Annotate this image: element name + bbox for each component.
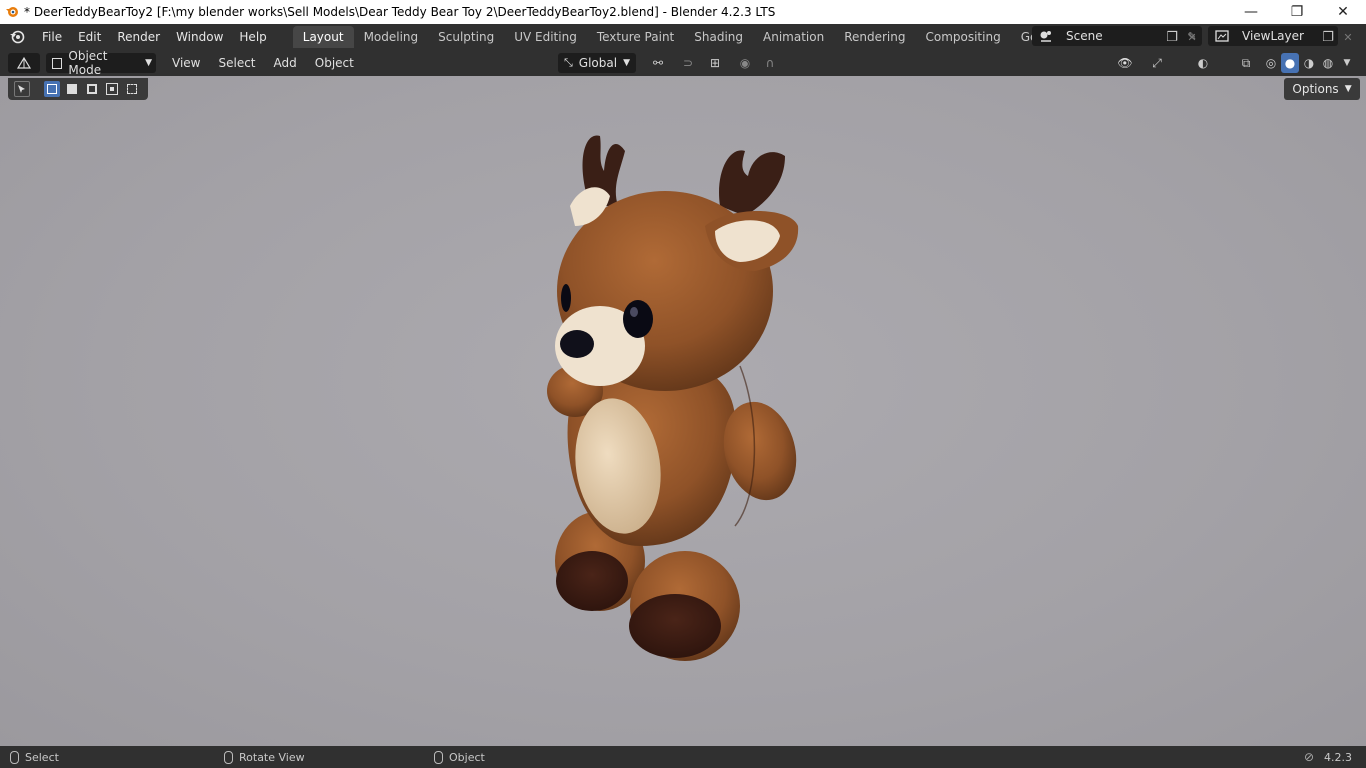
tab-sculpting[interactable]: Sculpting xyxy=(428,26,504,48)
version-label: 4.2.3 xyxy=(1324,750,1352,764)
object-mode-dropdown[interactable]: Object Mode ▼ xyxy=(46,49,156,77)
status-right: ⊘ 4.2.3 xyxy=(1304,750,1352,764)
chevron-down-icon: ▼ xyxy=(145,58,152,68)
solid-shading-icon[interactable]: ● xyxy=(1281,53,1299,73)
tab-compositing[interactable]: Compositing xyxy=(915,26,1010,48)
status-object-label: Object xyxy=(449,750,485,764)
minimize-button[interactable]: — xyxy=(1228,0,1274,24)
proportional-edit-icon[interactable]: ◉ xyxy=(736,53,754,73)
network-off-icon: ⊘ xyxy=(1303,750,1314,764)
orientation-label: Global xyxy=(578,56,618,70)
menu-help[interactable]: Help xyxy=(231,26,274,48)
workspace-tabs: Layout Modeling Sculpting UV Editing Tex… xyxy=(292,26,1132,48)
delete-scene-icon[interactable]: ✕ xyxy=(1182,27,1202,47)
tab-shading[interactable]: Shading xyxy=(684,26,753,48)
editor-type-button[interactable] xyxy=(8,53,40,73)
blender-app-icon xyxy=(0,0,24,24)
menu-view[interactable]: View xyxy=(166,53,206,73)
material-shading-icon[interactable]: ◑ xyxy=(1300,53,1318,73)
status-select: Select xyxy=(10,750,59,764)
status-select-label: Select xyxy=(25,750,59,764)
tab-rendering[interactable]: Rendering xyxy=(834,26,915,48)
new-scene-icon[interactable]: ❐ xyxy=(1162,27,1182,47)
rendered-shading-icon[interactable]: ◍ xyxy=(1319,53,1337,73)
status-bar: Select Rotate View Object ⊘ 4.2.3 xyxy=(0,746,1366,768)
menu-select[interactable]: Select xyxy=(212,53,261,73)
scene-icon xyxy=(1032,26,1060,46)
3d-viewport[interactable]: Options ▼ xyxy=(0,76,1366,746)
wireframe-shading-icon[interactable]: ◎ xyxy=(1262,53,1280,73)
object-mode-icon xyxy=(52,57,63,69)
tab-animation[interactable]: Animation xyxy=(753,26,834,48)
menu-edit[interactable]: Edit xyxy=(70,26,109,48)
mouse-right-icon xyxy=(434,750,443,764)
close-button[interactable]: ✕ xyxy=(1320,0,1366,24)
status-rotate-label: Rotate View xyxy=(239,750,305,764)
menu-add[interactable]: Add xyxy=(268,53,303,73)
delete-view-layer-icon[interactable]: ✕ xyxy=(1338,27,1358,47)
menu-file[interactable]: File xyxy=(34,26,70,48)
mouse-middle-icon xyxy=(224,750,233,764)
view-layer-icon xyxy=(1208,26,1236,46)
chevron-down-icon: ▼ xyxy=(623,58,630,68)
falloff-icon[interactable]: ∩ xyxy=(758,53,782,73)
tab-texture-paint[interactable]: Texture Paint xyxy=(587,26,684,48)
transform-orientation-dropdown[interactable]: ⤡ Global ▼ xyxy=(558,53,636,73)
overlay-icon[interactable]: ◐ xyxy=(1192,53,1214,73)
menu-object[interactable]: Object xyxy=(309,53,360,73)
restore-button[interactable]: ❐ xyxy=(1274,0,1320,24)
menu-render[interactable]: Render xyxy=(109,26,168,48)
status-object: Object xyxy=(434,750,485,764)
window-title: * DeerTeddyBearToy2 [F:\my blender works… xyxy=(24,5,776,19)
menu-window[interactable]: Window xyxy=(168,26,231,48)
visibility-icon[interactable]: 👁 xyxy=(1110,53,1140,73)
status-rotate: Rotate View xyxy=(224,750,305,764)
deer-teddy-bear-model[interactable] xyxy=(0,76,1366,746)
orientation-icon: ⤡ xyxy=(563,56,573,69)
xray-icon[interactable]: ⧉ xyxy=(1236,53,1256,73)
tab-layout[interactable]: Layout xyxy=(292,26,354,48)
snap-target-icon[interactable]: ⊞ xyxy=(700,53,730,73)
pivot-point-icon[interactable]: ⚯ xyxy=(642,53,674,73)
tab-uv-editing[interactable]: UV Editing xyxy=(504,26,587,48)
viewport-header: Object Mode ▼ View Select Add Object ⤡ G… xyxy=(0,49,1366,77)
window-titlebar: * DeerTeddyBearToy2 [F:\my blender works… xyxy=(0,0,1366,24)
object-mode-label: Object Mode xyxy=(68,49,108,77)
new-view-layer-icon[interactable]: ❐ xyxy=(1318,27,1338,47)
snap-toggle-icon[interactable]: ⊃ xyxy=(678,53,698,73)
blender-logo-icon[interactable] xyxy=(0,29,34,45)
mouse-left-icon xyxy=(10,750,19,764)
shading-options-icon[interactable]: ▼ xyxy=(1340,53,1354,73)
tab-modeling[interactable]: Modeling xyxy=(354,26,429,48)
gizmo-icon[interactable]: ⤢ xyxy=(1146,53,1168,73)
